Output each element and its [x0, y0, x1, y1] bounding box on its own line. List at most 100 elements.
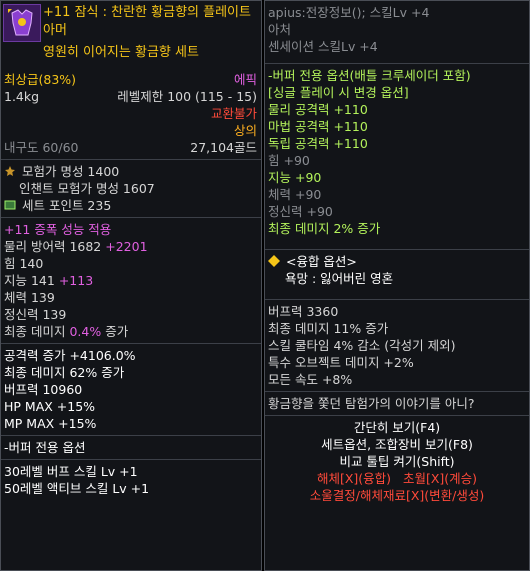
atk-inc: 공격력 증가 +4106.0%: [4, 348, 136, 363]
buffer-opt-row: -버퍼 전용 옵션: [1, 439, 261, 456]
final-dmg-row: 최종 데미지 0.4% 증가: [1, 323, 261, 340]
all-speed: 모든 속도 +8%: [268, 372, 353, 387]
final-dmg: 최종 데미지 2% 증가: [268, 221, 381, 236]
buff-skill-row: 30레벨 버프 스킬 Lv +1: [1, 463, 261, 480]
item-tooltip-right: apius:전장정보(); 스킬Lv +4 아처 센세이션 스킬Lv +4 -버…: [264, 0, 530, 571]
set-view-row: 세트옵션, 조합장비 보기(F8): [265, 436, 529, 453]
disassemble-row: 소울결정/해체재료[X](변환/생성): [265, 487, 529, 504]
item-title: +11 잠식 : 찬란한 황금향의 플레이트 아머: [43, 5, 251, 38]
buff-power: 버프력 3360: [268, 304, 339, 319]
armor-icon: [3, 4, 41, 42]
enchant-fame-row: 인챈트 모험가 명성 1607: [1, 180, 261, 197]
fusion-diamond-icon: [268, 255, 280, 267]
int: 지능 +90: [268, 170, 322, 185]
slot-row: 상의: [1, 122, 261, 139]
sentinel-row: 센세이션 스킬Lv +4: [265, 38, 529, 55]
adventurer-fame-row: 모험가 명성 1400: [1, 163, 261, 180]
price: 27,104골드: [190, 140, 257, 155]
spi: 정신력 +90: [268, 204, 333, 219]
mp-max: MP MAX +15%: [4, 416, 97, 431]
item-tooltip-left: +11 잠식 : 찬란한 황금향의 플레이트 아머 영원히 이어지는 황금향 세…: [0, 0, 262, 571]
phys-atk: 물리 공격력 +110: [268, 102, 368, 117]
spi-row: 정신력 139: [1, 306, 261, 323]
divider: [265, 63, 529, 64]
vit: 체력 +90: [268, 187, 322, 202]
all-speed-row: 모든 속도 +8%: [265, 371, 529, 388]
object-dmg-row: 특수 오브젝트 데미지 +2%: [265, 354, 529, 371]
lore: 황금향을 쫓던 탐험가의 이야기를 아니?: [268, 396, 475, 411]
fusion-title: <융합 옵션>: [285, 254, 357, 269]
opt-title-row: -버퍼 전용 옵션(배틀 크루세이더 포함): [265, 67, 529, 84]
fusion-title-row: <융합 옵션>: [265, 253, 529, 270]
buff-power-row: 버프력 10960: [1, 381, 261, 398]
phys-def-bonus: +2201: [105, 239, 148, 254]
spi-row: 정신력 +90: [265, 203, 529, 220]
adventurer-fame: 모험가 명성 1400: [21, 164, 120, 179]
object-dmg: 특수 오브젝트 데미지 +2%: [268, 355, 414, 370]
hp-max-row: HP MAX +15%: [1, 398, 261, 415]
str: 힘 140: [4, 256, 44, 271]
rarity: 에픽: [233, 72, 257, 87]
divider: [265, 415, 529, 416]
final-dmg2: 최종 데미지 62% 증가: [4, 365, 125, 380]
opt-change-row: [싱글 플레이 시 변경 옵션]: [265, 84, 529, 101]
amp: +11 증폭 성능 적용: [4, 222, 112, 237]
lore-row: 황금향을 쫓던 탐험가의 이야기를 아니?: [265, 395, 529, 412]
disassemble-button[interactable]: 소울결정/해체재료[X](변환/생성): [310, 488, 485, 503]
compare-row: 비교 툴팁 켜기(Shift): [265, 453, 529, 470]
release-row: 해체[X](융합) 초월[X](계승): [265, 470, 529, 487]
str-row: 힘 +90: [265, 152, 529, 169]
int-row: 지능 141 +113: [1, 272, 261, 289]
int-bonus: +113: [58, 273, 94, 288]
str: 힘 +90: [268, 153, 310, 168]
opt-title: -버퍼 전용 옵션(배틀 크루세이더 포함): [268, 68, 471, 83]
class: 아처: [268, 22, 292, 37]
set-icon: [4, 200, 16, 210]
cooldown-row: 스킬 쿨타임 4% 감소 (각성기 제외): [265, 337, 529, 354]
int-row: 지능 +90: [265, 169, 529, 186]
phys-def: 물리 방어력 1682: [4, 239, 102, 254]
cooldown: 스킬 쿨타임 4% 감소 (각성기 제외): [268, 338, 456, 353]
skill-info-row: apius:전장정보(); 스킬Lv +4: [265, 4, 529, 21]
divider: [265, 391, 529, 392]
trade-status: 교환불가: [210, 106, 257, 121]
buff-power: 버프력 10960: [4, 382, 83, 397]
ind-atk: 독립 공격력 +110: [268, 136, 368, 151]
phys-atk-row: 물리 공격력 +110: [265, 101, 529, 118]
amp-row: +11 증폭 성능 적용: [1, 221, 261, 238]
set-point-row: 세트 포인트 235: [1, 197, 261, 214]
phys-def-row: 물리 방어력 1682 +2201: [1, 238, 261, 255]
medal-icon: [5, 166, 15, 176]
level-limit: 레벨제한 100 (115 - 15): [117, 89, 257, 104]
simple-view-row: 간단히 보기(F4): [265, 419, 529, 436]
set-view-button[interactable]: 세트옵션, 조합장비 보기(F8): [321, 437, 473, 452]
enchant-fame: 인챈트 모험가 명성 1607: [19, 181, 155, 196]
ind-atk-row: 독립 공격력 +110: [265, 135, 529, 152]
final-dmg2-row: 최종 데미지 62% 증가: [1, 364, 261, 381]
transcend-button[interactable]: 초월[X](계승): [403, 471, 477, 486]
str-row: 힘 140: [1, 255, 261, 272]
weight-row: 1.4kg 레벨제한 100 (115 - 15): [1, 88, 261, 105]
mag-atk-row: 마법 공격력 +110: [265, 118, 529, 135]
buffer-opt: -버퍼 전용 옵션: [4, 440, 86, 455]
hp-max: HP MAX +15%: [4, 399, 96, 414]
fusion-name: 욕망 : 잃어버린 영혼: [285, 271, 394, 286]
final-dmg-label: 최종 데미지: [4, 324, 66, 339]
sentinel: 센세이션 스킬Lv +4: [268, 39, 378, 54]
divider: [1, 217, 261, 218]
mag-atk: 마법 공격력 +110: [268, 119, 368, 134]
compare-button[interactable]: 비교 툴팁 켜기(Shift): [339, 454, 454, 469]
int: 지능 141: [4, 273, 55, 288]
divider: [1, 435, 261, 436]
class-row: 아처: [265, 21, 529, 38]
release-button[interactable]: 해체[X](융합): [317, 471, 391, 486]
final-dmg-row: 최종 데미지 2% 증가: [265, 220, 529, 237]
item-header: +11 잠식 : 찬란한 황금향의 플레이트 아머 영원히 이어지는 황금향 세…: [1, 1, 261, 71]
divider: [1, 159, 261, 160]
durability-row: 내구도 60/60 27,104골드: [1, 139, 261, 156]
simple-view-button[interactable]: 간단히 보기(F4): [354, 420, 440, 435]
mp-max-row: MP MAX +15%: [1, 415, 261, 432]
divider: [1, 343, 261, 344]
grade-row: 최상급(83%) 에픽: [1, 71, 261, 88]
durability: 내구도 60/60: [4, 140, 79, 155]
